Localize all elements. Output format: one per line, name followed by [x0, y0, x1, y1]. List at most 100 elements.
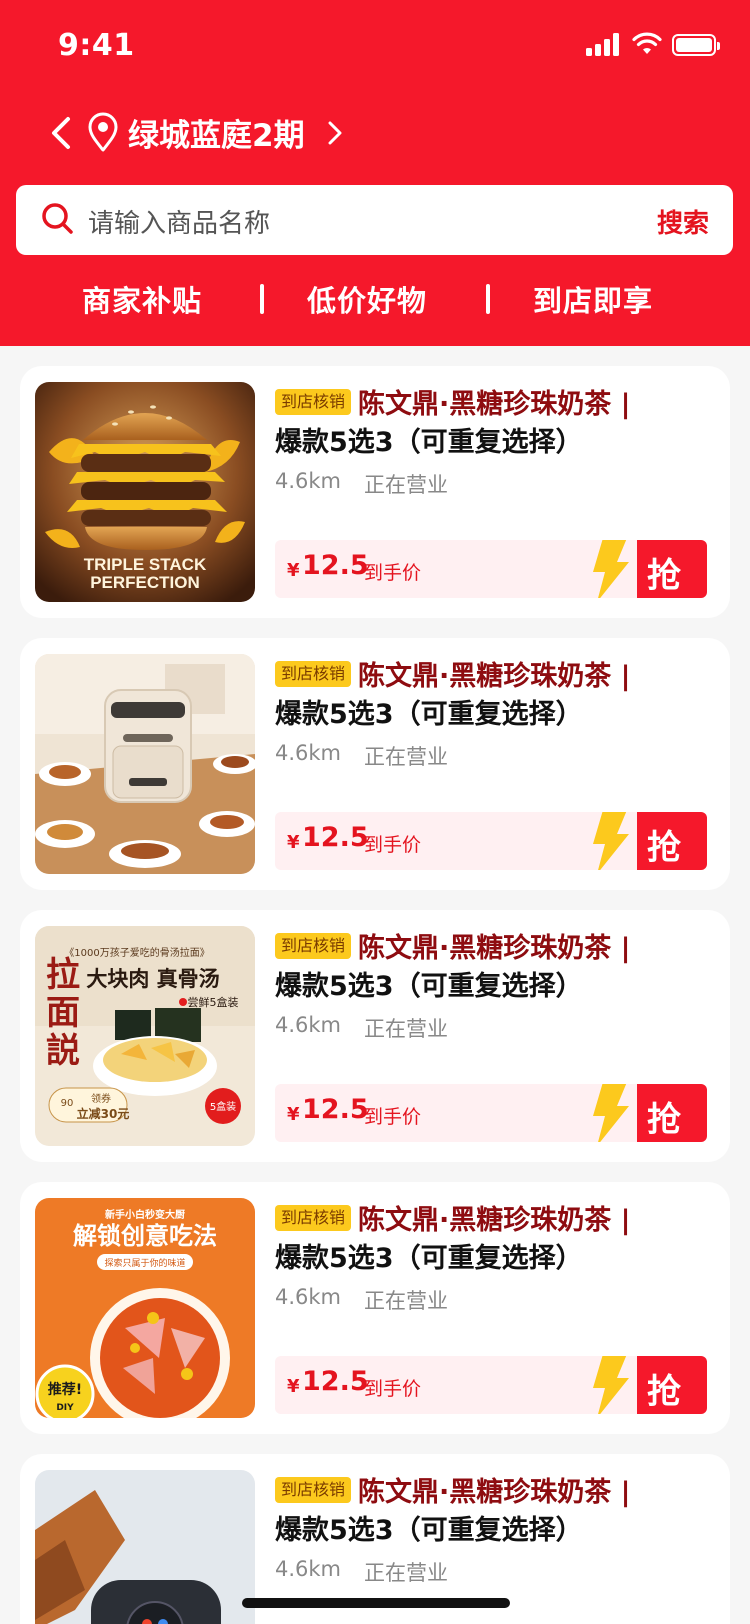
wifi-icon [632, 32, 662, 54]
product-title: 陈文鼎·黑糖珍珠奶茶 | [358, 1205, 631, 1236]
battery-icon [672, 34, 720, 56]
grab-button[interactable]: 抢 [583, 1084, 707, 1142]
box-label: 5盒装 [210, 1100, 236, 1113]
ramen-tagline: 《1000万孩子爱吃的骨汤拉面》 [64, 946, 209, 959]
grab-label: 抢 [647, 556, 681, 596]
home-indicator[interactable] [242, 1598, 510, 1608]
price-label: 到手价 [364, 1378, 422, 1400]
open-status: 正在营业 [364, 473, 448, 497]
product-subtitle: 爆款5选3（可重复选择） [275, 1243, 583, 1274]
product-card[interactable]: TRIPLE STACK PERFECTION 到店核销 陈文鼎·黑糖珍珠奶茶 … [20, 366, 730, 618]
search-input[interactable]: 请输入商品名称 [88, 203, 270, 240]
product-title: 陈文鼎·黑糖珍珠奶茶 | [358, 389, 631, 420]
tab-low-price-goods[interactable]: 低价好物 [307, 278, 427, 320]
diy-badge-sub: DIY [56, 1403, 74, 1413]
price-label: 到手价 [364, 562, 422, 584]
verify-badge: 到店核销 [275, 1477, 352, 1503]
diy-badge: 推荐! [48, 1381, 82, 1398]
tab-in-store[interactable]: 到店即享 [533, 278, 653, 320]
coupon-value: 立减30元 [77, 1106, 130, 1121]
ramen-image: 《1000万孩子爱吃的骨汤拉面》 拉 面 説 大块肉 真骨汤 尝鲜5盒装 90 … [35, 926, 255, 1146]
price-label: 到手价 [364, 834, 422, 856]
grab-label: 抢 [647, 1372, 681, 1412]
status-time: 9:41 [58, 28, 135, 63]
svg-text:拉: 拉 [46, 955, 80, 995]
distance: 4.6km [275, 469, 342, 493]
chevron-right-icon[interactable] [326, 118, 344, 148]
open-status: 正在营业 [364, 1561, 448, 1585]
price: 12.5 [302, 1094, 369, 1125]
price-bar[interactable]: ¥ 12.5 到手价 抢 [275, 540, 707, 598]
grab-label: 抢 [647, 828, 681, 868]
price-bar[interactable]: ¥ 12.5 到手价 抢 [275, 1084, 707, 1142]
product-title: 陈文鼎·黑糖珍珠奶茶 | [358, 661, 631, 692]
tab-divider [486, 284, 490, 314]
distance: 4.6km [275, 1013, 342, 1037]
product-subtitle: 爆款5选3（可重复选择） [275, 699, 583, 730]
burger-caption-line2: PERFECTION [90, 573, 200, 592]
header: 9:41 绿城蓝庭2期 请输入商品名称 搜索 商家补贴 低价好物 到店即享 [0, 0, 750, 346]
status-bar: 9:41 [0, 0, 750, 92]
svg-text:説: 説 [46, 1031, 80, 1071]
diy-headline: 解锁创意吃法 [73, 1222, 217, 1250]
svg-text:面: 面 [46, 993, 80, 1033]
verify-badge: 到店核销 [275, 389, 352, 415]
distance: 4.6km [275, 1285, 342, 1309]
category-tabs: 商家补贴 低价好物 到店即享 [0, 278, 750, 328]
search-icon [42, 203, 73, 234]
location-name[interactable]: 绿城蓝庭2期 [128, 110, 305, 155]
lightning-icon [583, 812, 637, 870]
verify-badge: 到店核销 [275, 933, 352, 959]
ramen-headline: 大块肉 真骨汤 [86, 967, 219, 991]
diy-noodle-image: 新手小白秒变大厨 解锁创意吃法 探索只属于你的味道 推荐! DIY [35, 1198, 255, 1418]
diy-top: 新手小白秒变大厨 [105, 1208, 185, 1221]
open-status: 正在营业 [364, 745, 448, 769]
search-bar[interactable]: 请输入商品名称 搜索 [16, 185, 733, 255]
page: 9:41 绿城蓝庭2期 请输入商品名称 搜索 商家补贴 低价好物 到店即享 TR… [0, 0, 750, 1624]
lightning-icon [583, 1084, 637, 1142]
grab-button[interactable]: 抢 [583, 1356, 707, 1414]
product-card[interactable]: 《1000万孩子爱吃的骨汤拉面》 拉 面 説 大块肉 真骨汤 尝鲜5盒装 90 … [20, 910, 730, 1162]
search-button[interactable]: 搜索 [657, 203, 709, 240]
cellular-signal-icon [586, 32, 624, 56]
price: 12.5 [302, 550, 369, 581]
product-card[interactable]: 新手小白秒变大厨 解锁创意吃法 探索只属于你的味道 推荐! DIY 到店核销 陈… [20, 1182, 730, 1434]
currency-symbol: ¥ [287, 832, 300, 853]
verify-badge: 到店核销 [275, 661, 352, 687]
open-status: 正在营业 [364, 1289, 448, 1313]
coupon-amount: 90 [61, 1098, 74, 1109]
diy-sub: 探索只属于你的味道 [104, 1257, 185, 1269]
product-card[interactable]: 到店核销 陈文鼎·黑糖珍珠奶茶 | 爆款5选3（可重复选择） 4.6km 正在营… [20, 638, 730, 890]
currency-symbol: ¥ [287, 1376, 300, 1397]
grab-button[interactable]: 抢 [583, 540, 707, 598]
tab-merchant-subsidy[interactable]: 商家补贴 [82, 278, 202, 320]
grab-label: 抢 [647, 1100, 681, 1140]
price: 12.5 [302, 1366, 369, 1397]
currency-symbol: ¥ [287, 560, 300, 581]
coupon-label: 领券 [91, 1092, 111, 1105]
burger-caption-line1: TRIPLE STACK [84, 555, 207, 574]
burger-image: TRIPLE STACK PERFECTION [35, 382, 255, 602]
product-subtitle: 爆款5选3（可重复选择） [275, 427, 583, 458]
back-arrow-icon[interactable] [44, 114, 80, 152]
currency-symbol: ¥ [287, 1104, 300, 1125]
location-row: 绿城蓝庭2期 [0, 108, 750, 158]
price-bar[interactable]: ¥ 12.5 到手价 抢 [275, 1356, 707, 1414]
grab-button[interactable]: 抢 [583, 812, 707, 870]
product-title: 陈文鼎·黑糖珍珠奶茶 | [358, 933, 631, 964]
price-label: 到手价 [364, 1106, 422, 1128]
location-pin-icon [88, 112, 118, 152]
price: 12.5 [302, 822, 369, 853]
coffee-machine-image [35, 1470, 255, 1624]
lightning-icon [583, 540, 637, 598]
tab-divider [260, 284, 264, 314]
product-subtitle: 爆款5选3（可重复选择） [275, 971, 583, 1002]
lightning-icon [583, 1356, 637, 1414]
product-title: 陈文鼎·黑糖珍珠奶茶 | [358, 1477, 631, 1508]
air-fryer-image [35, 654, 255, 874]
verify-badge: 到店核销 [275, 1205, 352, 1231]
open-status: 正在营业 [364, 1017, 448, 1041]
price-bar[interactable]: ¥ 12.5 到手价 抢 [275, 812, 707, 870]
product-subtitle: 爆款5选3（可重复选择） [275, 1515, 583, 1546]
ramen-sub: 尝鲜5盒装 [188, 995, 239, 1009]
